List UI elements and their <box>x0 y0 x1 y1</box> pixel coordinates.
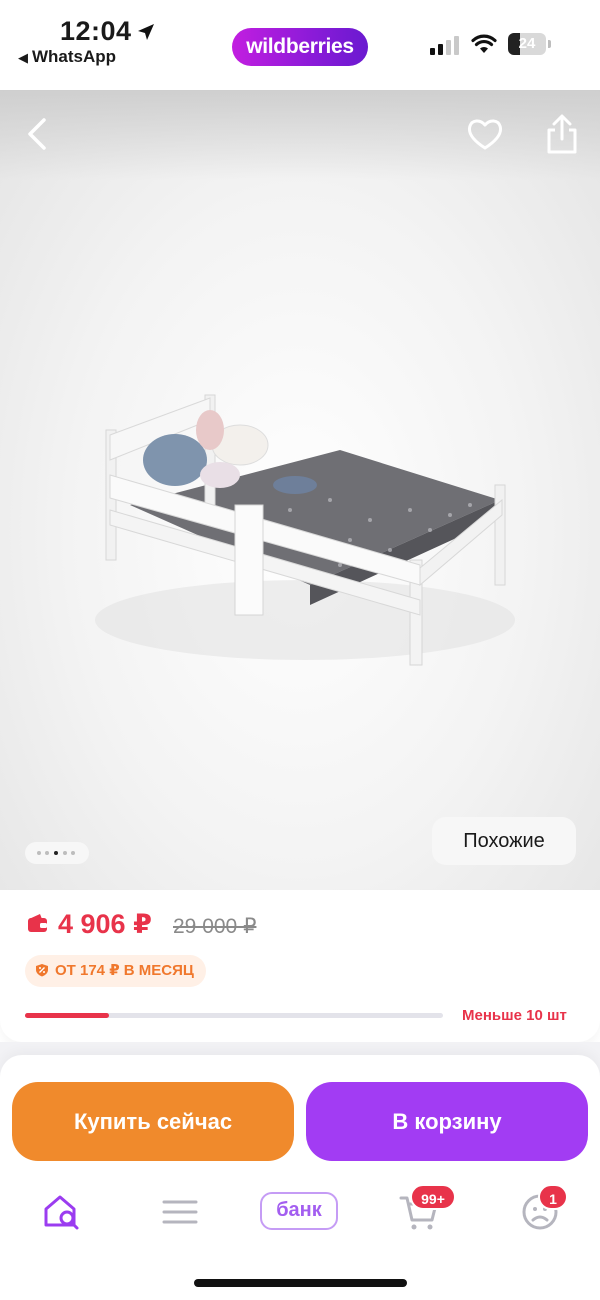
add-to-cart-button[interactable]: В корзину <box>306 1082 588 1161</box>
installment-badge[interactable]: ОТ 174 ₽ В МЕСЯЦ <box>25 955 206 987</box>
buy-now-button[interactable]: Купить сейчас <box>12 1082 294 1161</box>
stock-label: Меньше 10 шт <box>462 1007 567 1024</box>
stock-progress <box>25 1013 443 1018</box>
wallet-icon <box>28 914 47 932</box>
back-chevron-icon[interactable] <box>16 112 60 156</box>
installment-label: ОТ 174 ₽ В МЕСЯЦ <box>55 962 194 979</box>
back-app-label: WhatsApp <box>32 47 117 66</box>
status-bar: 12:04 ◀ WhatsApp wildberries 24 <box>0 0 600 90</box>
heart-icon[interactable] <box>463 112 507 156</box>
share-icon[interactable] <box>540 112 584 156</box>
home-search-icon[interactable] <box>40 1192 84 1232</box>
location-arrow-icon <box>138 24 154 40</box>
similar-products-button[interactable]: Похожие <box>432 817 576 865</box>
brand-logo[interactable]: wildberries <box>232 28 368 66</box>
image-pagination[interactable] <box>25 842 89 864</box>
percent-shield-icon <box>36 964 48 977</box>
bank-tab[interactable]: банк <box>260 1192 338 1230</box>
menu-icon[interactable] <box>158 1192 202 1232</box>
battery-level: 24 <box>518 35 536 52</box>
battery-icon: 24 <box>508 33 551 55</box>
home-indicator <box>194 1279 407 1287</box>
cart-badge: 99+ <box>410 1184 456 1210</box>
current-price: 4 906 ₽ <box>58 909 152 939</box>
product-photo-bed <box>95 394 515 666</box>
stock-progress-fill <box>25 1013 109 1018</box>
clock: 12:04 <box>60 16 132 46</box>
old-price: 29 000 ₽ <box>173 915 257 938</box>
back-to-app-link[interactable]: ◀ WhatsApp <box>18 47 116 67</box>
back-triangle-icon: ◀ <box>18 50 28 65</box>
wifi-icon <box>471 34 497 53</box>
profile-badge: 1 <box>538 1184 568 1210</box>
signal-icon <box>430 35 462 55</box>
product-image-gallery[interactable]: Похожие <box>0 90 600 890</box>
